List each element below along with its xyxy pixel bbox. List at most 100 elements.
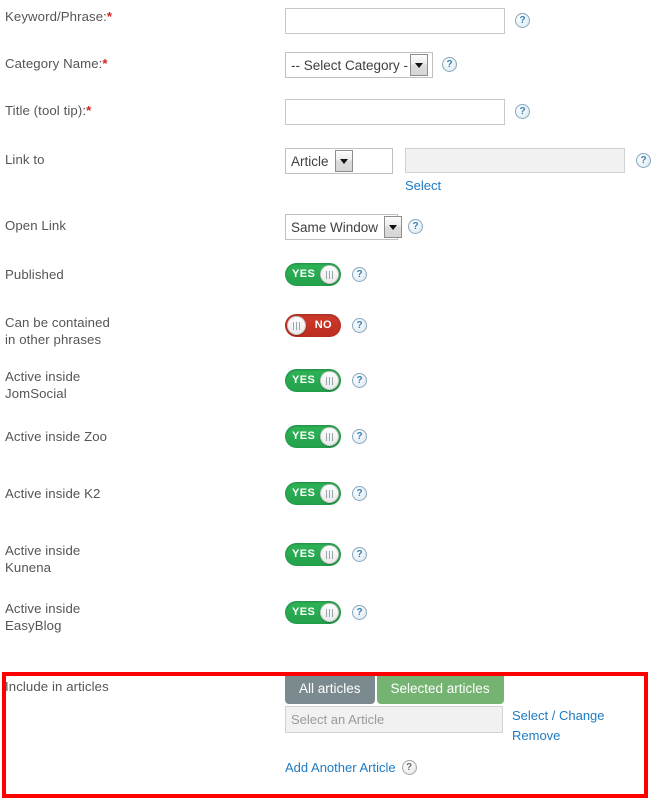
form-row-active-jomsocial: Active inside JomSocial YES ? [0,360,660,424]
keyword-form: Keyword/Phrase:* ? Category Name:* -- Se… [0,0,660,778]
label-text: Link to [5,152,45,167]
keyword-phrase-input[interactable] [285,8,505,34]
chevron-down-icon[interactable] [410,54,428,76]
title-tooltip-input[interactable] [285,99,505,125]
select-article-input[interactable] [285,706,503,733]
control-keyword-phrase: ? [285,8,660,34]
help-icon-active-k2[interactable]: ? [352,486,367,501]
toggle-knob [320,265,339,284]
help-icon-active-jomsocial[interactable]: ? [352,373,367,388]
toggle-knob [320,371,339,390]
label-active-zoo: Active inside Zoo [0,424,285,445]
help-icon-category-name[interactable]: ? [442,57,457,72]
label-category-name: Category Name:* [0,48,285,72]
form-row-open-link: Open Link Same Window ? [0,209,660,256]
add-another-article-group: Add Another Article ? [285,760,417,775]
active-easyblog-toggle[interactable]: YES [285,601,341,624]
help-icon-add-another-article[interactable]: ? [401,760,417,775]
toggle-state-label: YES [292,548,316,560]
control-category-name: -- Select Category - - ? [285,48,660,78]
control-link-to: Article Select ? [285,143,660,193]
label-text-line1: Active inside [5,601,81,616]
active-kunena-toggle[interactable]: YES [285,543,341,566]
label-title-tooltip: Title (tool tip):* [0,96,285,119]
help-icon-active-easyblog[interactable]: ? [352,605,367,620]
label-text-line1: Active inside K2 [5,486,101,501]
label-include-in-articles: Include in articles [0,658,285,695]
control-active-easyblog: YES ? [285,596,660,624]
all-articles-button[interactable]: All articles [285,673,375,704]
label-published: Published [0,256,285,283]
help-icon-published[interactable]: ? [352,267,367,282]
arrow-glyph [339,158,348,164]
help-icon-keyword-phrase[interactable]: ? [515,13,530,28]
category-name-value: -- Select Category - - [291,58,417,73]
link-to-select[interactable]: Article [285,148,393,174]
remove-link[interactable]: Remove [512,726,605,746]
label-text: Include in articles [5,679,109,694]
open-link-select[interactable]: Same Window [285,214,403,240]
label-active-k2: Active inside K2 [0,481,285,502]
label-text-line2: in other phrases [5,332,102,347]
label-text-line1: Can be contained [5,315,110,330]
toggle-state-label: YES [292,430,316,442]
help-icon-active-zoo[interactable]: ? [352,429,367,444]
toggle-knob [320,427,339,446]
select-change-link[interactable]: Select / Change [512,706,605,726]
form-row-active-kunena: Active inside Kunena YES ? [0,538,660,596]
toggle-state-label: NO [314,319,332,331]
required-asterisk: * [106,9,113,24]
label-text: Category Name: [5,56,103,71]
control-can-be-contained: NO ? [285,302,660,337]
select-link[interactable]: Select [405,178,625,193]
arrow-glyph [415,62,423,68]
toggle-state-label: YES [292,606,316,618]
toggle-state-label: YES [292,268,316,280]
link-target-group: Select [405,148,625,193]
help-icon-can-be-contained[interactable]: ? [352,318,367,333]
active-k2-toggle[interactable]: YES [285,482,341,505]
selected-articles-button[interactable]: Selected articles [376,673,504,704]
toggle-knob [287,316,306,335]
active-jomsocial-toggle[interactable]: YES [285,369,341,392]
article-action-links: Select / Change Remove [512,706,605,746]
form-row-category-name: Category Name:* -- Select Category - - ? [0,48,660,96]
label-text-line1: Active inside [5,543,81,558]
arrow-glyph [389,224,398,230]
article-scope-buttons: All articles Selected articles [285,673,504,704]
control-active-k2: YES ? [285,481,660,505]
link-to-value: Article [291,154,329,169]
control-active-jomsocial: YES ? [285,360,660,392]
category-name-select[interactable]: -- Select Category - - [285,52,433,78]
link-target-input[interactable] [405,148,625,173]
toggle-state-label: YES [292,374,316,386]
control-active-kunena: YES ? [285,538,660,566]
label-text-line2: Kunena [5,560,52,575]
add-another-article-link[interactable]: Add Another Article [285,760,396,775]
help-icon-open-link[interactable]: ? [408,219,423,234]
can-be-contained-toggle[interactable]: NO [285,314,341,337]
form-row-active-zoo: Active inside Zoo YES ? [0,424,660,481]
form-row-title-tooltip: Title (tool tip):* ? [0,96,660,143]
form-row-can-be-contained: Can be contained in other phrases NO ? [0,302,660,360]
control-include-in-articles: All articles Selected articles Select / … [285,658,660,775]
toggle-knob [320,603,339,622]
label-open-link: Open Link [0,209,285,234]
control-open-link: Same Window ? [285,209,660,240]
help-icon-title-tooltip[interactable]: ? [515,104,530,119]
active-zoo-toggle[interactable]: YES [285,425,341,448]
chevron-down-icon[interactable] [384,216,403,238]
control-title-tooltip: ? [285,96,660,125]
required-asterisk: * [86,103,92,118]
help-icon-active-kunena[interactable]: ? [352,547,367,562]
form-row-active-easyblog: Active inside EasyBlog YES ? [0,596,660,658]
label-text-line1: Active inside Zoo [5,429,108,444]
label-text: Open Link [5,218,67,233]
form-row-include-in-articles: Include in articles All articles Selecte… [0,658,660,778]
chevron-down-icon[interactable] [334,150,353,172]
article-picker-group: Select / Change Remove [285,706,605,746]
required-asterisk: * [102,56,108,71]
help-icon-link-to[interactable]: ? [636,153,651,168]
label-active-jomsocial: Active inside JomSocial [0,360,285,402]
published-toggle[interactable]: YES [285,263,341,286]
